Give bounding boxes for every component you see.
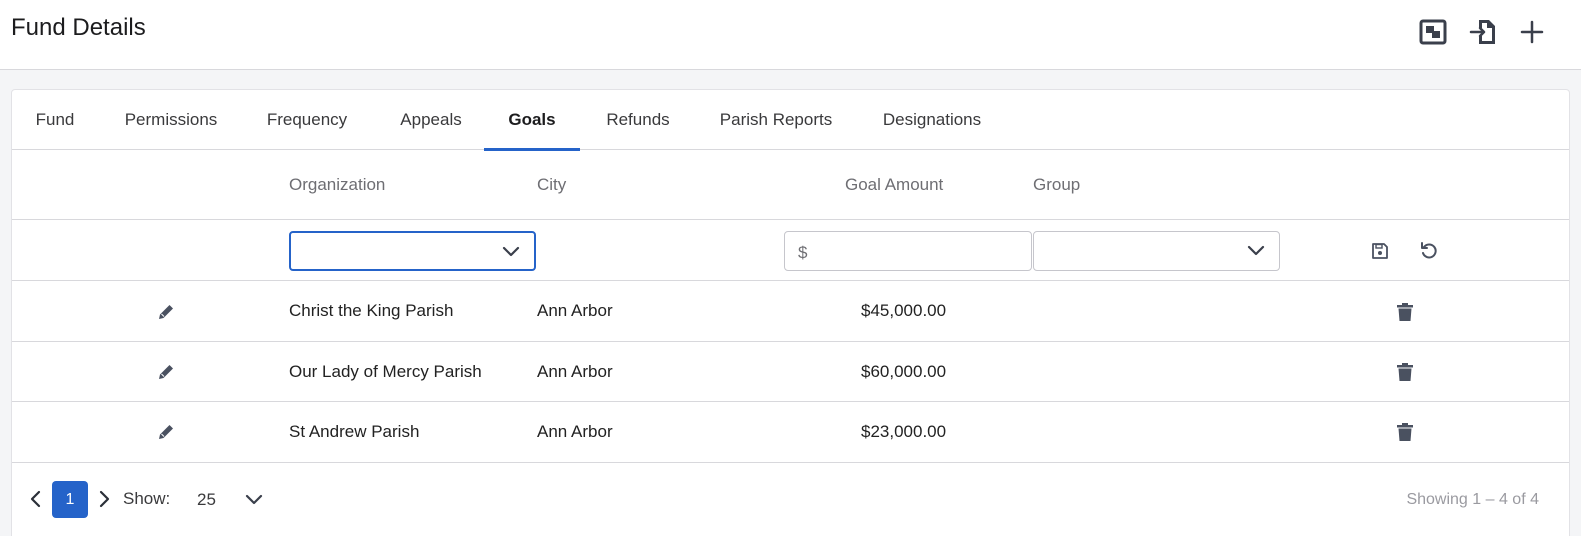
page-title: Fund Details	[11, 14, 146, 41]
chevron-down-icon	[502, 246, 520, 257]
column-header-goal-amount[interactable]: Goal Amount	[845, 150, 943, 220]
pagination-bar: 1 Show: 25 Showing 1 – 4 of 4	[12, 463, 1569, 535]
goal-amount-input[interactable]: $	[784, 231, 1032, 271]
page-number-button[interactable]: 1	[52, 481, 88, 518]
edit-button[interactable]	[154, 360, 178, 384]
tab-appeals[interactable]: Appeals	[384, 90, 478, 150]
delete-button[interactable]	[1393, 300, 1417, 324]
pencil-icon	[159, 365, 173, 379]
trash-icon	[1397, 363, 1413, 381]
tab-frequency[interactable]: Frequency	[252, 90, 362, 150]
new-goal-row: $	[12, 220, 1569, 281]
delete-button[interactable]	[1393, 420, 1417, 444]
column-header-city[interactable]: City	[537, 150, 566, 220]
export-icon	[1469, 20, 1495, 44]
chevron-right-icon	[99, 490, 110, 508]
show-label: Show:	[123, 489, 171, 508]
tab-permissions[interactable]: Permissions	[112, 90, 230, 150]
undo-icon	[1421, 242, 1437, 259]
goal-amount-cell: $45,000.00	[861, 301, 947, 320]
organization-cell: St Andrew Parish	[289, 422, 420, 441]
column-header-organization[interactable]: Organization	[289, 150, 385, 220]
previous-page-button[interactable]	[24, 487, 48, 511]
delete-button[interactable]	[1393, 360, 1417, 384]
tab-designations[interactable]: Designations	[868, 90, 996, 150]
group-select[interactable]	[1033, 231, 1280, 271]
table-header-row: Organization City Goal Amount Group	[12, 150, 1569, 220]
trash-icon	[1397, 303, 1413, 321]
table-row: St Andrew Parish Ann Arbor $23,000.00	[12, 402, 1569, 463]
goal-amount-field[interactable]	[813, 238, 1023, 266]
showing-count: Showing 1 – 4 of 4	[1406, 491, 1539, 508]
table-row: Our Lady of Mercy Parish Ann Arbor $60,0…	[12, 342, 1569, 402]
goal-amount-cell: $60,000.00	[861, 362, 947, 381]
tab-fund[interactable]: Fund	[22, 90, 88, 150]
trash-icon	[1397, 423, 1413, 441]
save-icon	[1372, 243, 1388, 259]
export-button[interactable]	[1468, 16, 1500, 48]
chevron-left-icon	[30, 490, 41, 508]
currency-symbol: $	[798, 243, 808, 262]
pencil-icon	[159, 305, 173, 319]
edit-button[interactable]	[154, 420, 178, 444]
column-header-group[interactable]: Group	[1033, 150, 1080, 220]
edit-button[interactable]	[154, 300, 178, 324]
pencil-icon	[159, 425, 173, 439]
add-button[interactable]	[1516, 16, 1548, 48]
table-row: Christ the King Parish Ann Arbor $45,000…	[12, 281, 1569, 342]
organization-select[interactable]	[289, 231, 536, 271]
tab-refunds[interactable]: Refunds	[592, 90, 684, 150]
organization-cell: Christ the King Parish	[289, 301, 454, 320]
city-cell: Ann Arbor	[537, 422, 613, 441]
goal-amount-cell: $23,000.00	[861, 422, 947, 441]
tab-bar: Fund Permissions Frequency Appeals Goals…	[12, 90, 1569, 151]
city-cell: Ann Arbor	[537, 301, 613, 320]
add-icon	[1520, 20, 1544, 44]
reset-button[interactable]	[1417, 239, 1441, 263]
chevron-down-icon	[1247, 245, 1265, 256]
fullscreen-button[interactable]	[1417, 16, 1449, 48]
organization-cell: Our Lady of Mercy Parish	[289, 362, 482, 381]
city-cell: Ann Arbor	[537, 362, 613, 381]
chevron-down-icon	[245, 494, 263, 505]
page-header: Fund Details	[0, 0, 1581, 70]
tab-goals[interactable]: Goals	[484, 90, 580, 151]
save-button[interactable]	[1368, 239, 1392, 263]
page-size-value: 25	[197, 490, 216, 509]
tab-parish-reports[interactable]: Parish Reports	[706, 90, 846, 150]
fund-details-card: Fund Permissions Frequency Appeals Goals…	[11, 89, 1570, 536]
next-page-button[interactable]	[92, 487, 116, 511]
fullscreen-icon	[1419, 19, 1447, 45]
page-size-select[interactable]: 25	[187, 481, 277, 518]
